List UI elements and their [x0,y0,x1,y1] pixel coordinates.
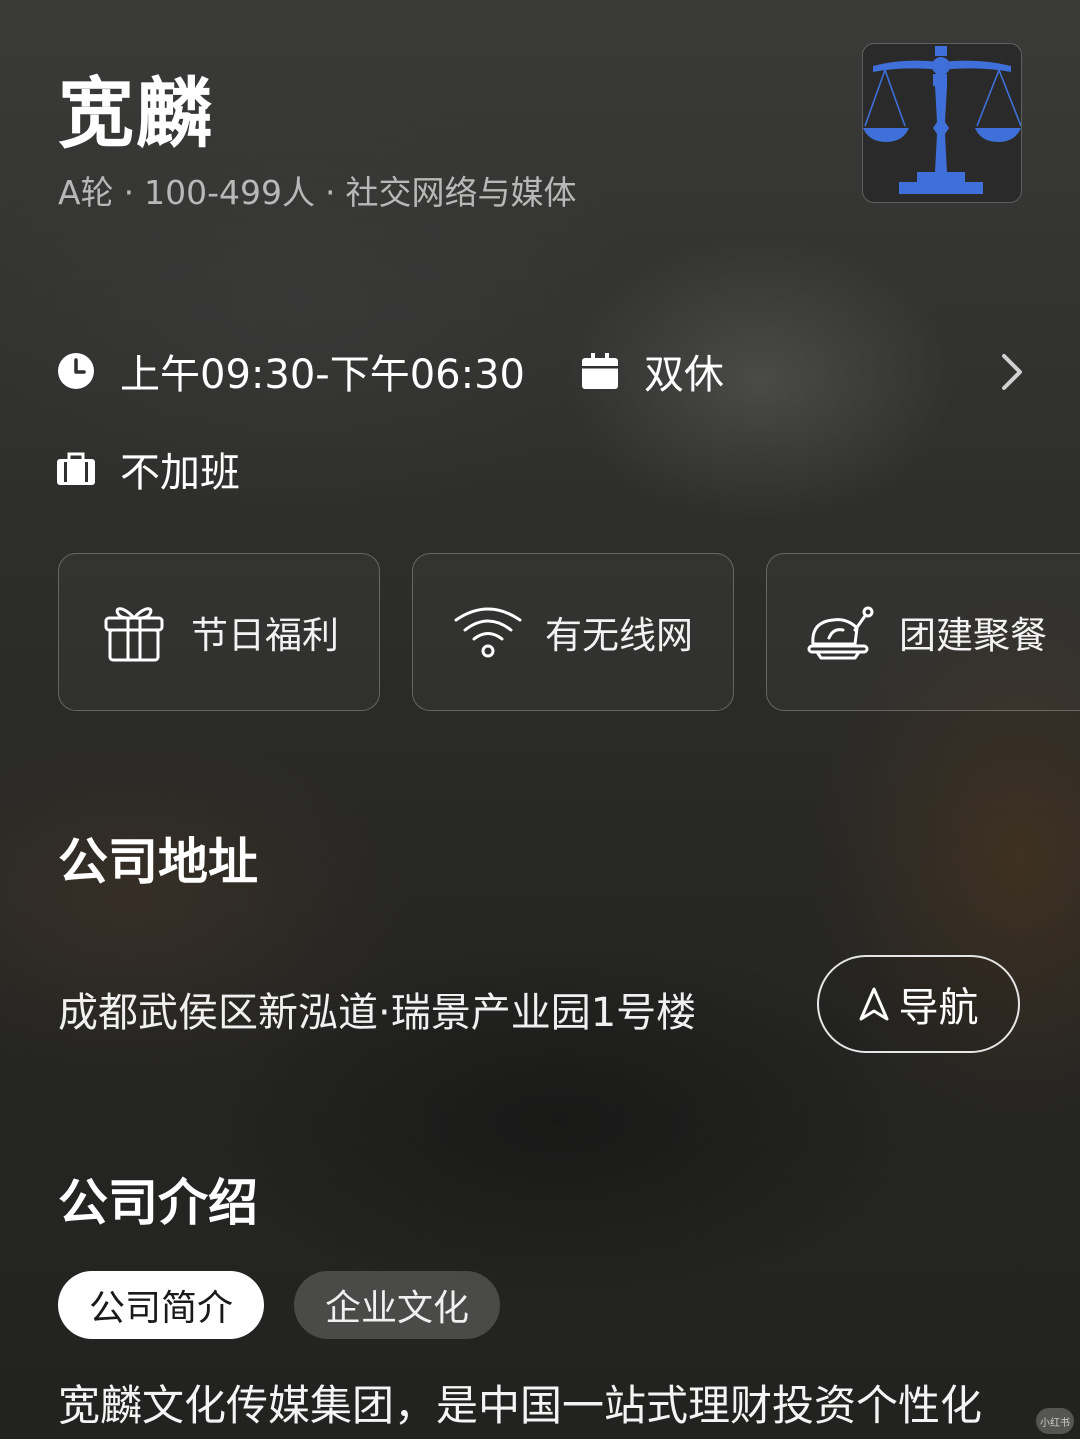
clock-icon [56,351,96,391]
perk-card-team-dinner[interactable]: 团建聚餐 [766,553,1080,711]
navigation-arrow-icon [859,987,889,1021]
company-detail-page: 宽麟 A轮 · 100-499人 · 社交网络与媒体 上午09:30-下午06:… [0,0,1080,1439]
perk-label: 有无线网 [545,614,693,657]
overtime-row: 不加班 [56,440,240,498]
tab-company-culture[interactable]: 企业文化 [294,1271,500,1339]
rest-label: 双休 [644,352,724,398]
tab-company-profile[interactable]: 公司简介 [58,1271,264,1339]
navigation-label: 导航 [898,985,979,1031]
balance-scale-icon [863,46,1021,194]
work-hours-row: 上午09:30-下午06:30 [56,342,525,400]
perk-label: 团建聚餐 [899,614,1047,657]
company-logo [862,43,1022,203]
company-name: 宽麟 [58,69,214,158]
intro-section-title: 公司介绍 [58,1174,258,1232]
navigation-button[interactable]: 导航 [817,955,1020,1053]
company-meta: A轮 · 100-499人 · 社交网络与媒体 [58,166,576,214]
calendar-icon [580,351,620,391]
meta-separator: · [324,173,336,212]
address-section-title: 公司地址 [58,833,258,891]
perk-card-holiday-benefits[interactable]: 节日福利 [58,553,380,711]
wifi-icon [453,597,523,667]
watermark-logo: 小红书 [1036,1408,1074,1434]
company-intro-text: 宽麟文化传媒集团，是中国一站式理财投资个性化 [58,1381,983,1430]
perk-card-wifi[interactable]: 有无线网 [412,553,734,711]
chevron-right-icon[interactable] [996,350,1028,394]
company-address: 成都武侯区新泓道·瑞景产业园1号楼 [58,990,697,1036]
perk-label: 节日福利 [191,614,339,657]
gift-icon [99,597,169,667]
funding-stage: A轮 [58,173,114,212]
roast-chicken-icon [807,597,877,667]
company-industry: 社交网络与媒体 [345,173,577,212]
briefcase-icon [56,449,96,489]
meta-separator: · [123,173,135,212]
rest-schedule: 双休 [580,342,724,400]
work-hours: 上午09:30-下午06:30 [120,352,525,398]
company-size: 100-499人 [144,173,315,212]
overtime-label: 不加班 [120,450,240,496]
